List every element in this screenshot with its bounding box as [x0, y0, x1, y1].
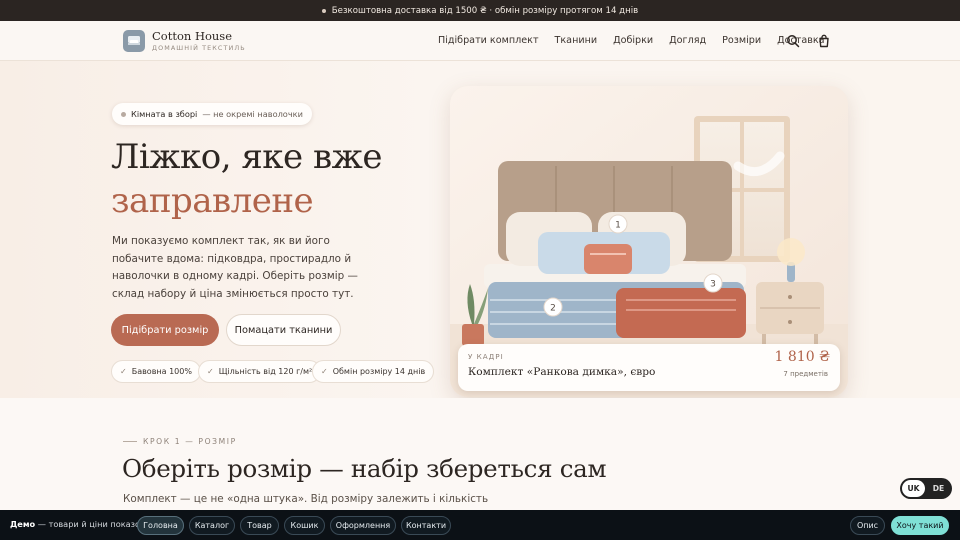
- brand-logo[interactable]: Cotton House ДОМАШНІЙ ТЕКСТИЛЬ: [123, 30, 246, 52]
- bag-icon[interactable]: [817, 34, 831, 48]
- hero-title-line1: Ліжко, яке вже: [111, 137, 383, 177]
- feature-label: Обмін розміру 14 днів: [332, 367, 426, 376]
- feature-label: Бавовна 100%: [131, 367, 192, 376]
- kicker-text: КРОК 1 — РОЗМІР: [143, 437, 237, 446]
- caption-items-count: 7 предметів: [783, 370, 828, 378]
- chip-dot-icon: [121, 111, 126, 117]
- feature-pill-exchange: ✓ Обмін розміру 14 днів: [312, 360, 435, 383]
- pick-size-button[interactable]: Підібрати розмір: [111, 314, 219, 346]
- language-switcher[interactable]: UK DE: [900, 478, 952, 499]
- touch-fabrics-button[interactable]: Помацати тканини: [226, 314, 341, 346]
- check-icon: ✓: [120, 367, 127, 376]
- hero-lead: Ми показуємо комплект так, як ви його по…: [112, 235, 358, 300]
- section-subtitle: Комплект — це не «одна штука». Від розмі…: [123, 493, 489, 505]
- demo-page-checkout[interactable]: Оформлення: [330, 516, 396, 535]
- kicker-line: [123, 441, 137, 442]
- announcement-bar: Безкоштовна доставка від 1500 ₴ · обмін …: [0, 0, 960, 21]
- feature-pill-density: ✓ Щільність від 120 г/м²: [198, 360, 322, 383]
- nav-item-sizes[interactable]: Розміри: [722, 35, 761, 46]
- demo-page-contacts[interactable]: Контакти: [401, 516, 451, 535]
- demo-page-catalog[interactable]: Каталог: [189, 516, 235, 535]
- want-this-button[interactable]: Хочу такий: [891, 516, 949, 535]
- hero-title-line2: заправлене: [111, 181, 314, 221]
- check-icon: ✓: [207, 367, 214, 376]
- search-icon[interactable]: [786, 34, 800, 48]
- demo-label: Демо — товари й ціни показові:: [10, 519, 150, 529]
- site-header: Cotton House ДОМАШНІЙ ТЕКСТИЛЬ Підібрати…: [0, 21, 960, 61]
- demo-page-product[interactable]: Товар: [240, 516, 279, 535]
- demo-label-rest: — товари й ціни показові:: [37, 519, 150, 529]
- feature-pill-cotton: ✓ Бавовна 100%: [111, 360, 201, 383]
- hotspot-3-label: 3: [710, 280, 716, 290]
- section-kicker: КРОК 1 — РОЗМІР: [123, 437, 237, 446]
- demo-about-button[interactable]: Опис: [850, 516, 885, 535]
- caption-tag: У КАДРІ: [468, 352, 504, 361]
- brand-name: Cotton House: [152, 28, 233, 43]
- demo-page-home[interactable]: Головна: [137, 516, 184, 535]
- lang-option-uk[interactable]: UK: [902, 480, 925, 497]
- lang-option-de[interactable]: DE: [927, 480, 950, 497]
- bullet-icon: [321, 8, 326, 13]
- demo-page-cart[interactable]: Кошик: [284, 516, 325, 535]
- hotspot-3-marker[interactable]: 3: [703, 273, 723, 293]
- feature-label: Щільність від 120 г/м²: [218, 367, 313, 376]
- chip-rest-text: — не окремі наволочки: [202, 109, 303, 119]
- chip-bold-text: Кімната в зборі: [131, 109, 198, 119]
- hero-chip: Кімната в зборі — не окремі наволочки: [112, 103, 312, 125]
- demo-bar: Демо — товари й ціни показові: Головна К…: [0, 510, 960, 540]
- bed-logo-icon: [123, 30, 145, 52]
- hotspot-2-marker[interactable]: 2: [543, 297, 563, 317]
- nav-item-care[interactable]: Догляд: [669, 35, 706, 46]
- caption-price: 1 810 ₴: [774, 349, 830, 365]
- section-title: Оберіть розмір — набір збереться сам: [122, 454, 607, 483]
- hotspot-1-label: 1: [615, 221, 621, 231]
- demo-label-bold: Демо: [10, 519, 36, 529]
- hotspot-1-marker[interactable]: 1: [608, 214, 628, 234]
- in-frame-card[interactable]: У КАДРІ Комплект «Ранкова димка», євро 1…: [458, 344, 840, 391]
- check-icon: ✓: [321, 367, 328, 376]
- main-nav: Підібрати комплект Тканини Добірки Догля…: [438, 35, 825, 46]
- hotspot-2-label: 2: [550, 304, 556, 314]
- brand-tagline: ДОМАШНІЙ ТЕКСТИЛЬ: [152, 44, 246, 53]
- announcement-text: Безкоштовна доставка від 1500 ₴ · обмін …: [331, 5, 639, 16]
- nav-item-collections[interactable]: Добірки: [613, 35, 653, 46]
- caption-title: Комплект «Ранкова димка», євро: [468, 366, 656, 378]
- nav-item-fabrics[interactable]: Тканини: [555, 35, 598, 46]
- nav-item-pick-set[interactable]: Підібрати комплект: [438, 35, 539, 46]
